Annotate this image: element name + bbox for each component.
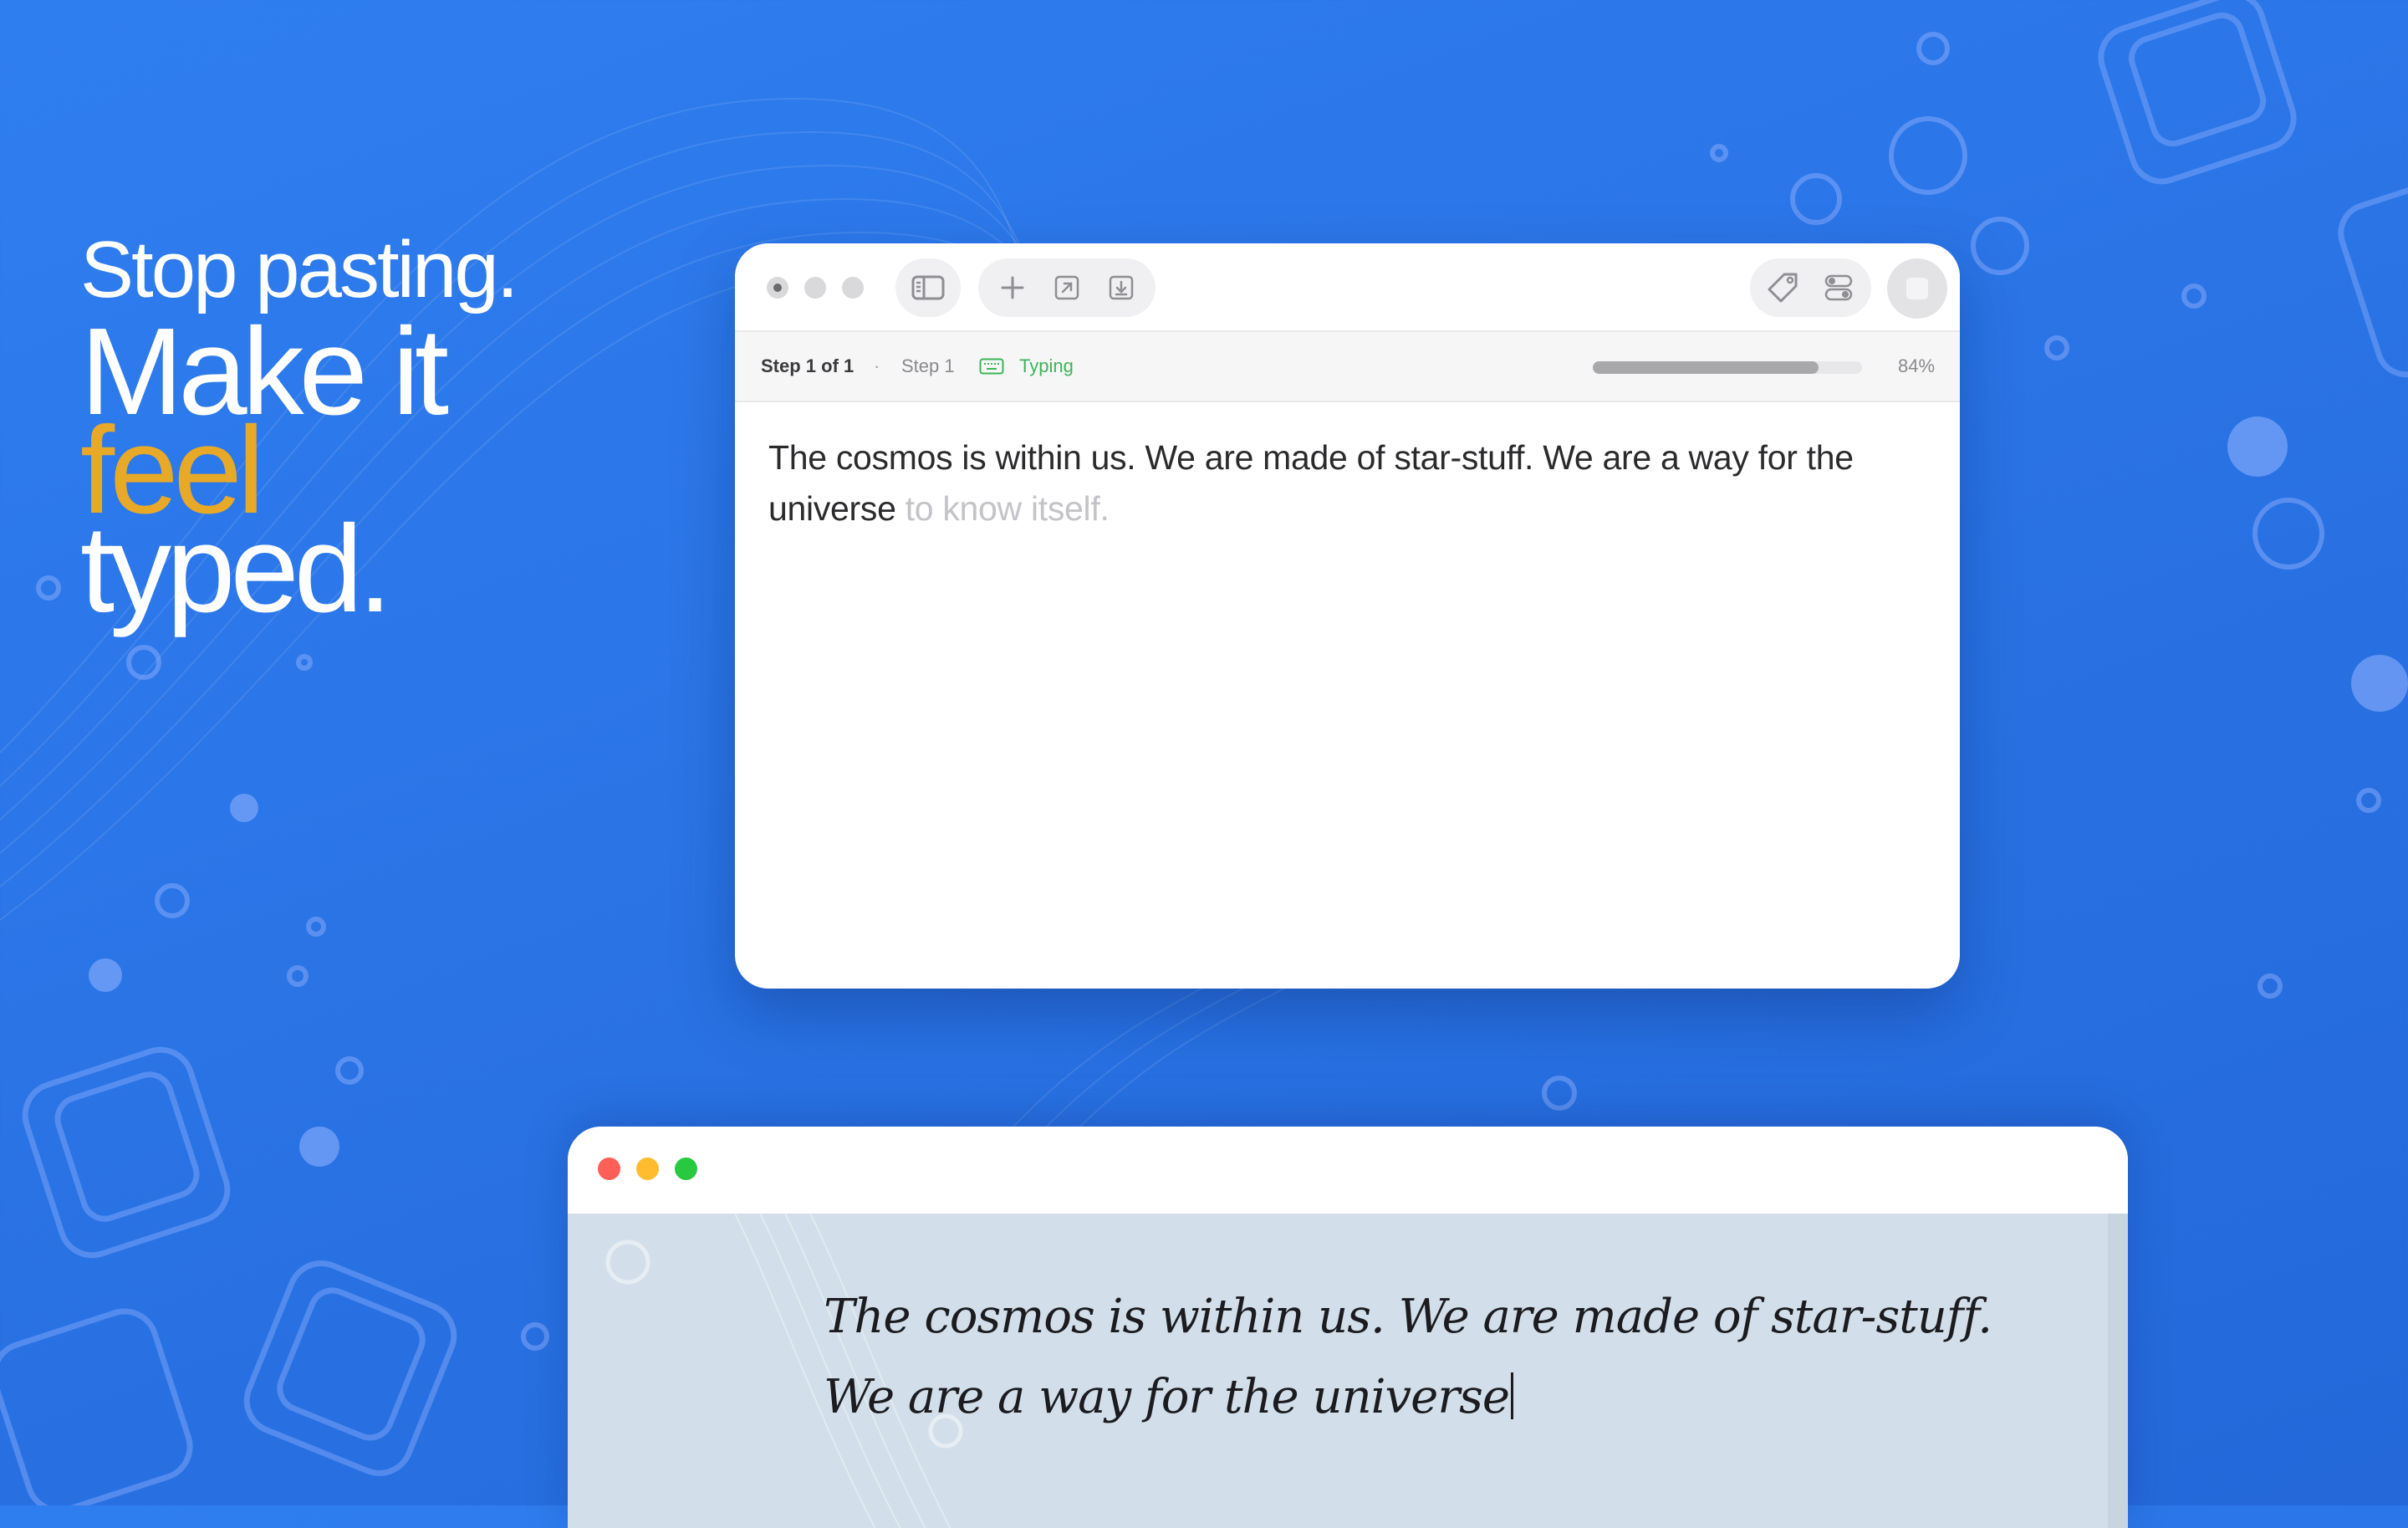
remaining-text: to know itself. xyxy=(895,489,1110,528)
typing-status: Typing xyxy=(1019,355,1074,376)
stop-icon xyxy=(1906,278,1928,299)
status-separator: · xyxy=(874,355,880,376)
browser-window: The cosmos is within us. We are made of … xyxy=(568,1127,2128,1528)
status-bar: Step 1 of 1 · Step 1 Typing 84% xyxy=(735,332,1960,402)
document-text: The cosmos is within us. We are made of … xyxy=(824,1277,1992,1438)
step-counter: Step 1 of 1 xyxy=(761,355,855,376)
close-window-button[interactable] xyxy=(767,277,788,299)
document-line-2: We are a way for the universe xyxy=(824,1357,1992,1438)
import-button[interactable] xyxy=(1095,262,1147,314)
open-external-icon xyxy=(1054,275,1079,300)
hero-headline: Stop pasting. Make it feel typed. xyxy=(80,224,518,638)
sidebar-toggle-button[interactable] xyxy=(902,262,954,314)
stop-button[interactable] xyxy=(1887,258,1947,319)
tags-button[interactable] xyxy=(1757,262,1809,314)
zoom-window-button[interactable] xyxy=(842,277,864,299)
window-controls xyxy=(767,277,864,299)
browser-window-controls xyxy=(598,1157,697,1180)
minimize-window-button[interactable] xyxy=(804,277,826,299)
browser-document[interactable]: The cosmos is within us. We are made of … xyxy=(568,1214,2128,1528)
download-icon xyxy=(1110,275,1134,300)
app-toolbar xyxy=(735,243,1960,332)
progress-fill xyxy=(1593,361,1819,374)
browser-close-button[interactable] xyxy=(598,1157,620,1180)
options-group xyxy=(1750,258,1871,317)
new-button[interactable] xyxy=(987,262,1038,314)
sidebar-icon xyxy=(911,275,945,300)
browser-titlebar xyxy=(568,1127,2128,1214)
progress-percent: 84% xyxy=(1898,355,1936,376)
document-scrollbar[interactable] xyxy=(2108,1214,2128,1528)
sidebar-toggle-group xyxy=(895,258,961,317)
open-button[interactable] xyxy=(1041,262,1093,314)
tag-icon xyxy=(1768,273,1798,303)
document-line-1: The cosmos is within us. We are made of … xyxy=(824,1290,1992,1344)
progress-bar xyxy=(1593,361,1862,374)
keyboard-icon xyxy=(979,358,1004,375)
toggles-icon xyxy=(1824,274,1852,301)
browser-zoom-button[interactable] xyxy=(675,1157,697,1180)
settings-toggle-button[interactable] xyxy=(1813,262,1865,314)
app-window: Step 1 of 1 · Step 1 Typing 84% The cosm… xyxy=(735,243,1960,989)
plus-icon xyxy=(1001,276,1024,299)
browser-minimize-button[interactable] xyxy=(636,1157,659,1180)
text-editor[interactable]: The cosmos is within us. We are made of … xyxy=(735,402,1960,565)
text-cursor xyxy=(1510,1372,1513,1419)
document-line-2-text: We are a way for the universe xyxy=(824,1370,1510,1424)
actions-group xyxy=(978,258,1156,317)
step-name: Step 1 xyxy=(901,355,955,376)
headline-line-4: typed. xyxy=(80,500,392,638)
